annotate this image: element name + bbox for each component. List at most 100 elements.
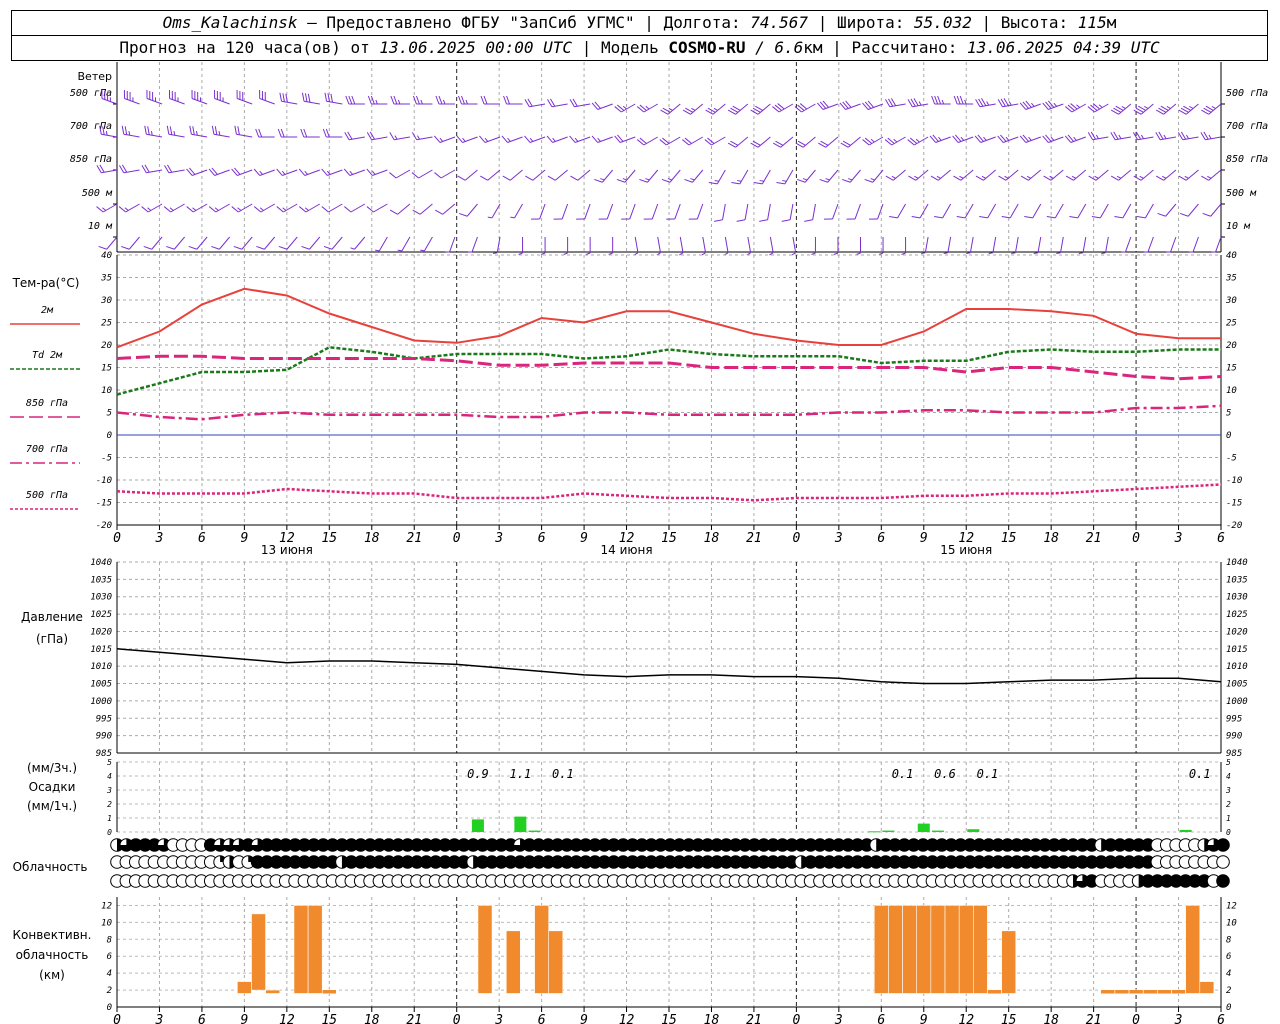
wind-barb xyxy=(411,169,433,179)
wind-barb xyxy=(255,128,275,138)
cloud-axis-title: Облачность xyxy=(13,860,88,874)
wind-barb-staff xyxy=(191,98,208,105)
temp-ytick-label: 5 xyxy=(107,409,112,419)
wind-barb xyxy=(929,134,951,143)
wind-barb xyxy=(1110,131,1131,141)
wind-barb-half-feather xyxy=(1208,134,1212,139)
conv-x-tick-label: 0 xyxy=(1132,1013,1140,1024)
wind-barb-half-feather xyxy=(375,249,380,252)
wind-barb xyxy=(456,135,478,143)
wind-barb-feather xyxy=(796,178,806,183)
wind-barb xyxy=(846,203,861,220)
wind-barb xyxy=(525,169,546,181)
wind-barb xyxy=(435,203,456,215)
wind-barb-staff xyxy=(539,203,546,220)
wind-barb-staff xyxy=(507,136,523,143)
wind-barb-staff xyxy=(769,236,774,253)
wind-barb-half-feather xyxy=(1163,134,1167,139)
wind-barb-half-feather xyxy=(192,207,197,211)
wind-barb-staff xyxy=(1003,136,1019,143)
wind-barb xyxy=(911,203,929,219)
wind-barb-staff xyxy=(1005,169,1019,181)
temp-ytick-label-right: 35 xyxy=(1225,274,1237,284)
wind-barb-staff xyxy=(214,98,230,105)
wind-barb-feather xyxy=(434,172,442,179)
conv-ytick-label: 2 xyxy=(107,986,112,996)
wind-barb-half-feather xyxy=(420,99,423,105)
wind-barb-half-feather xyxy=(281,170,286,175)
wind-barb-half-feather xyxy=(420,249,425,252)
wind-barb-feather xyxy=(118,206,126,213)
wind-barb-staff xyxy=(802,136,816,148)
wind-barb-staff xyxy=(688,136,704,146)
wind-barb xyxy=(277,128,298,138)
wind-barb-staff xyxy=(722,203,726,220)
conv-x-tick-label: 3 xyxy=(834,1013,843,1024)
conv-ytick-label: 0 xyxy=(107,1003,112,1013)
wind-barb-feather xyxy=(304,93,308,102)
wind-barb-feather xyxy=(277,128,282,138)
wind-barb-staff xyxy=(692,169,704,183)
wind-barb-feather xyxy=(1202,212,1211,217)
wind-barb xyxy=(256,236,276,250)
precip-value-label: 1.1 xyxy=(510,767,532,781)
wind-barb xyxy=(727,103,749,115)
wind-barb-staff xyxy=(309,236,321,250)
wind-barb xyxy=(412,203,433,215)
wind-barb xyxy=(300,128,320,138)
wind-barb-feather xyxy=(502,175,511,181)
wind-barb xyxy=(1065,169,1087,181)
wind-barb xyxy=(1019,100,1041,110)
wind-barb-feather xyxy=(959,95,964,105)
wind-barb-staff xyxy=(1192,236,1199,253)
wind-barb xyxy=(1088,169,1109,181)
wind-barb xyxy=(997,134,1019,143)
wind-barb-staff xyxy=(401,236,411,252)
wind-barb-half-feather xyxy=(1056,252,1061,255)
wind-barb-staff xyxy=(1077,203,1087,219)
wind-barb-half-feather xyxy=(259,207,264,211)
wind-barb-staff xyxy=(191,133,208,138)
wind-barb-half-feather xyxy=(465,99,468,105)
conv-x-tick-label: 3 xyxy=(494,1013,503,1024)
wind-barb-feather xyxy=(1046,215,1056,219)
wind-barb xyxy=(591,135,613,143)
wind-barb-staff xyxy=(987,203,997,219)
temp-x-tick-label: 0 xyxy=(453,531,461,546)
wind-barb-staff xyxy=(303,100,320,105)
temp-ytick-label: 20 xyxy=(101,341,112,351)
wind-barb-half-feather xyxy=(1098,104,1103,108)
wind-barb-staff xyxy=(509,169,523,181)
wind-barb-feather xyxy=(911,215,921,219)
wind-barb-staff xyxy=(106,236,118,250)
wind-barb xyxy=(682,103,704,115)
wind-barb-half-feather xyxy=(1184,175,1189,179)
conv-axis-unit: (км) xyxy=(39,968,65,982)
wind-barb xyxy=(684,169,704,183)
wind-barb-feather xyxy=(166,245,175,250)
temp-x-tick-label: 18 xyxy=(1043,531,1059,546)
wind-barb-feather xyxy=(435,209,443,215)
wind-barb xyxy=(390,95,410,105)
wind-barb-staff xyxy=(552,136,568,143)
wind-barb-staff xyxy=(643,103,658,113)
wind-barb xyxy=(636,103,658,113)
wind-barb-feather xyxy=(570,175,579,181)
wind-barb xyxy=(191,89,208,105)
pressure-ytick-label-right: 1010 xyxy=(1226,662,1248,672)
wind-barb-staff xyxy=(711,136,726,146)
wind-barb xyxy=(781,203,794,222)
wind-barb-feather xyxy=(547,175,556,181)
wind-barb-half-feather xyxy=(563,252,568,255)
wind-barb-half-feather xyxy=(439,137,444,142)
temp-ytick-label-right: 30 xyxy=(1225,296,1237,306)
wind-barb xyxy=(211,236,231,250)
wind-barb-staff xyxy=(260,203,275,213)
wind-barb-staff xyxy=(812,203,816,220)
wind-barb xyxy=(434,169,456,179)
conv-ytick-label-right: 6 xyxy=(1226,952,1231,962)
conv-bar xyxy=(1001,930,1016,994)
cloud-symbol xyxy=(1216,838,1230,852)
wind-barb-staff xyxy=(1165,203,1177,217)
wind-barb-half-feather xyxy=(825,178,830,181)
